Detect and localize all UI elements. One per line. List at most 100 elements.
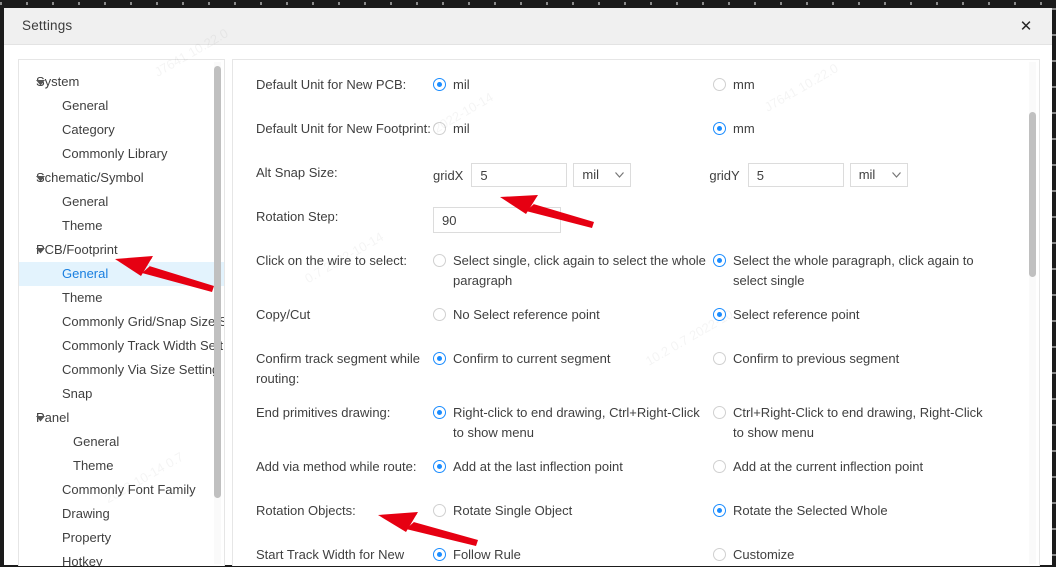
radio-option-copy-cut-1[interactable]: Select reference point xyxy=(713,305,993,325)
radio-option-default-unit-new-footprint-0[interactable]: mil xyxy=(433,119,713,139)
radio-option-confirm-track-segment-0[interactable]: Confirm to current segment xyxy=(433,349,713,369)
chevron-down-icon[interactable] xyxy=(36,406,48,430)
radio-unchecked-icon[interactable] xyxy=(433,308,446,321)
sidebar-item-snap[interactable]: Snap xyxy=(19,382,224,406)
sidebar-item-label: General xyxy=(62,194,109,209)
radio-option-default-unit-new-pcb-0[interactable]: mil xyxy=(433,75,713,95)
setting-label-add-via-method: Add via method while route: xyxy=(256,459,417,474)
radio-option-start-track-width-0[interactable]: Follow Rule xyxy=(433,545,713,565)
radio-option-start-track-width-1[interactable]: Customize xyxy=(713,545,993,565)
desktop-background-right xyxy=(1052,8,1056,567)
sidebar-item-label: General xyxy=(73,434,120,449)
main-scrollbar[interactable] xyxy=(1029,62,1036,564)
sidebar-item-hotkey[interactable]: Hotkey xyxy=(19,550,224,566)
setting-label-end-primitives-drawing: End primitives drawing: xyxy=(256,405,391,420)
setting-row-rotation-step: Rotation Step: xyxy=(233,200,1023,244)
chevron-down-icon[interactable] xyxy=(615,164,625,186)
radio-unchecked-icon[interactable] xyxy=(713,460,726,473)
grid-gridy-unit-select[interactable]: mil xyxy=(849,163,908,187)
sidebar-item-theme[interactable]: Theme xyxy=(19,214,224,238)
radio-checked-icon[interactable] xyxy=(433,78,446,91)
radio-option-end-primitives-drawing-1[interactable]: Ctrl+Right-Click to end drawing, Right-C… xyxy=(713,403,993,443)
sidebar-item-panel[interactable]: Panel xyxy=(19,406,224,430)
sidebar-item-theme[interactable]: Theme xyxy=(19,454,224,478)
sidebar-item-general[interactable]: General xyxy=(19,262,224,286)
sidebar-item-commonly-via-size-setting[interactable]: Commonly Via Size Setting xyxy=(19,358,224,382)
radio-option-label: Confirm to previous segment xyxy=(733,351,900,366)
chevron-down-icon[interactable] xyxy=(36,70,48,94)
chevron-down-icon[interactable] xyxy=(891,164,901,186)
radio-option-label: Add at the last inflection point xyxy=(453,459,623,474)
radio-checked-icon[interactable] xyxy=(433,548,446,561)
setting-row-default-unit-new-pcb: Default Unit for New PCB: mil mm xyxy=(233,68,1023,112)
radio-option-label: Rotate the Selected Whole xyxy=(733,503,888,518)
setting-row-start-track-width: Start Track Width for New Follow Rule Cust… xyxy=(233,538,1023,566)
sidebar-item-commonly-library[interactable]: Commonly Library xyxy=(19,142,224,166)
grid-gridy-input[interactable] xyxy=(747,163,844,187)
grid-gridx-unit-select[interactable]: mil xyxy=(573,163,632,187)
sidebar-item-label: Category xyxy=(62,122,115,137)
setting-controls-rotation-objects: Rotate Single Object Rotate the Selected … xyxy=(433,501,1023,521)
radio-option-end-primitives-drawing-0[interactable]: Right-click to end drawing, Ctrl+Right-C… xyxy=(433,403,713,443)
radio-option-rotation-objects-1[interactable]: Rotate the Selected Whole xyxy=(713,501,993,521)
radio-option-confirm-track-segment-1[interactable]: Confirm to previous segment xyxy=(713,349,993,369)
radio-unchecked-icon[interactable] xyxy=(713,406,726,419)
sidebar-item-pcb-footprint[interactable]: PCB/Footprint xyxy=(19,238,224,262)
radio-checked-icon[interactable] xyxy=(433,406,446,419)
sidebar-item-commonly-font-family[interactable]: Commonly Font Family xyxy=(19,478,224,502)
radio-unchecked-icon[interactable] xyxy=(713,548,726,561)
radio-checked-icon[interactable] xyxy=(713,504,726,517)
radio-option-add-via-method-0[interactable]: Add at the last inflection point xyxy=(433,457,713,477)
main-scrollbar-thumb[interactable] xyxy=(1029,112,1036,277)
radio-checked-icon[interactable] xyxy=(713,308,726,321)
close-icon[interactable]: ✕ xyxy=(1008,13,1044,39)
radio-option-click-wire-to-select-0[interactable]: Select single, click again to select the… xyxy=(433,251,713,291)
radio-option-rotation-objects-0[interactable]: Rotate Single Object xyxy=(433,501,713,521)
setting-controls-default-unit-new-pcb: mil mm xyxy=(433,75,1023,95)
sidebar-item-system[interactable]: System xyxy=(19,70,224,94)
sidebar-item-general[interactable]: General xyxy=(19,430,224,454)
radio-unchecked-icon[interactable] xyxy=(433,254,446,267)
sidebar-item-label: Property xyxy=(62,530,112,545)
setting-label-start-track-width: Start Track Width for New xyxy=(256,547,405,562)
radio-option-copy-cut-0[interactable]: No Select reference point xyxy=(433,305,713,325)
sidebar-scrollbar[interactable] xyxy=(214,62,221,564)
radio-unchecked-icon[interactable] xyxy=(433,504,446,517)
radio-checked-icon[interactable] xyxy=(713,122,726,135)
radio-unchecked-icon[interactable] xyxy=(713,352,726,365)
sidebar-item-commonly-grid-snap-size-setting[interactable]: Commonly Grid/Snap Size Setting xyxy=(19,310,224,334)
radio-checked-icon[interactable] xyxy=(433,352,446,365)
sidebar-item-label: Theme xyxy=(62,290,103,305)
sidebar-item-theme[interactable]: Theme xyxy=(19,286,224,310)
sidebar-item-label: Commonly Font Family xyxy=(62,482,196,497)
setting-label-default-unit-new-pcb: Default Unit for New PCB: xyxy=(256,77,407,92)
radio-unchecked-icon[interactable] xyxy=(433,122,446,135)
sidebar-item-drawing[interactable]: Drawing xyxy=(19,502,224,526)
sidebar-item-general[interactable]: General xyxy=(19,94,224,118)
sidebar-item-label: Hotkey xyxy=(62,554,103,566)
setting-row-rotation-objects: Rotation Objects: Rotate Single Object Rot… xyxy=(233,494,1023,538)
chevron-down-icon[interactable] xyxy=(36,238,48,262)
radio-option-label: mm xyxy=(733,121,755,136)
sidebar-item-schematic-symbol[interactable]: Schematic/Symbol xyxy=(19,166,224,190)
grid-field-name: gridY xyxy=(709,167,740,183)
sidebar-item-property[interactable]: Property xyxy=(19,526,224,550)
sidebar-item-general[interactable]: General xyxy=(19,190,224,214)
radio-option-add-via-method-1[interactable]: Add at the current inflection point xyxy=(713,457,993,477)
setting-controls-rotation-step xyxy=(433,207,1023,233)
chevron-down-icon[interactable] xyxy=(36,166,48,190)
sidebar-item-category[interactable]: Category xyxy=(19,118,224,142)
setting-controls-alt-snap-size: gridX mil gridY mil xyxy=(433,163,1023,187)
rotation-step-input[interactable] xyxy=(433,207,561,233)
radio-option-default-unit-new-pcb-1[interactable]: mm xyxy=(713,75,993,95)
sidebar-item-commonly-track-width-setting[interactable]: Commonly Track Width Setting xyxy=(19,334,224,358)
desktop-background-top xyxy=(0,0,1056,8)
desktop-dots xyxy=(0,2,1056,5)
sidebar-scrollbar-thumb[interactable] xyxy=(214,66,221,498)
grid-gridx-input[interactable] xyxy=(471,163,568,187)
radio-option-click-wire-to-select-1[interactable]: Select the whole paragraph, click again … xyxy=(713,251,993,291)
radio-checked-icon[interactable] xyxy=(713,254,726,267)
radio-unchecked-icon[interactable] xyxy=(713,78,726,91)
radio-option-default-unit-new-footprint-1[interactable]: mm xyxy=(713,119,993,139)
radio-checked-icon[interactable] xyxy=(433,460,446,473)
